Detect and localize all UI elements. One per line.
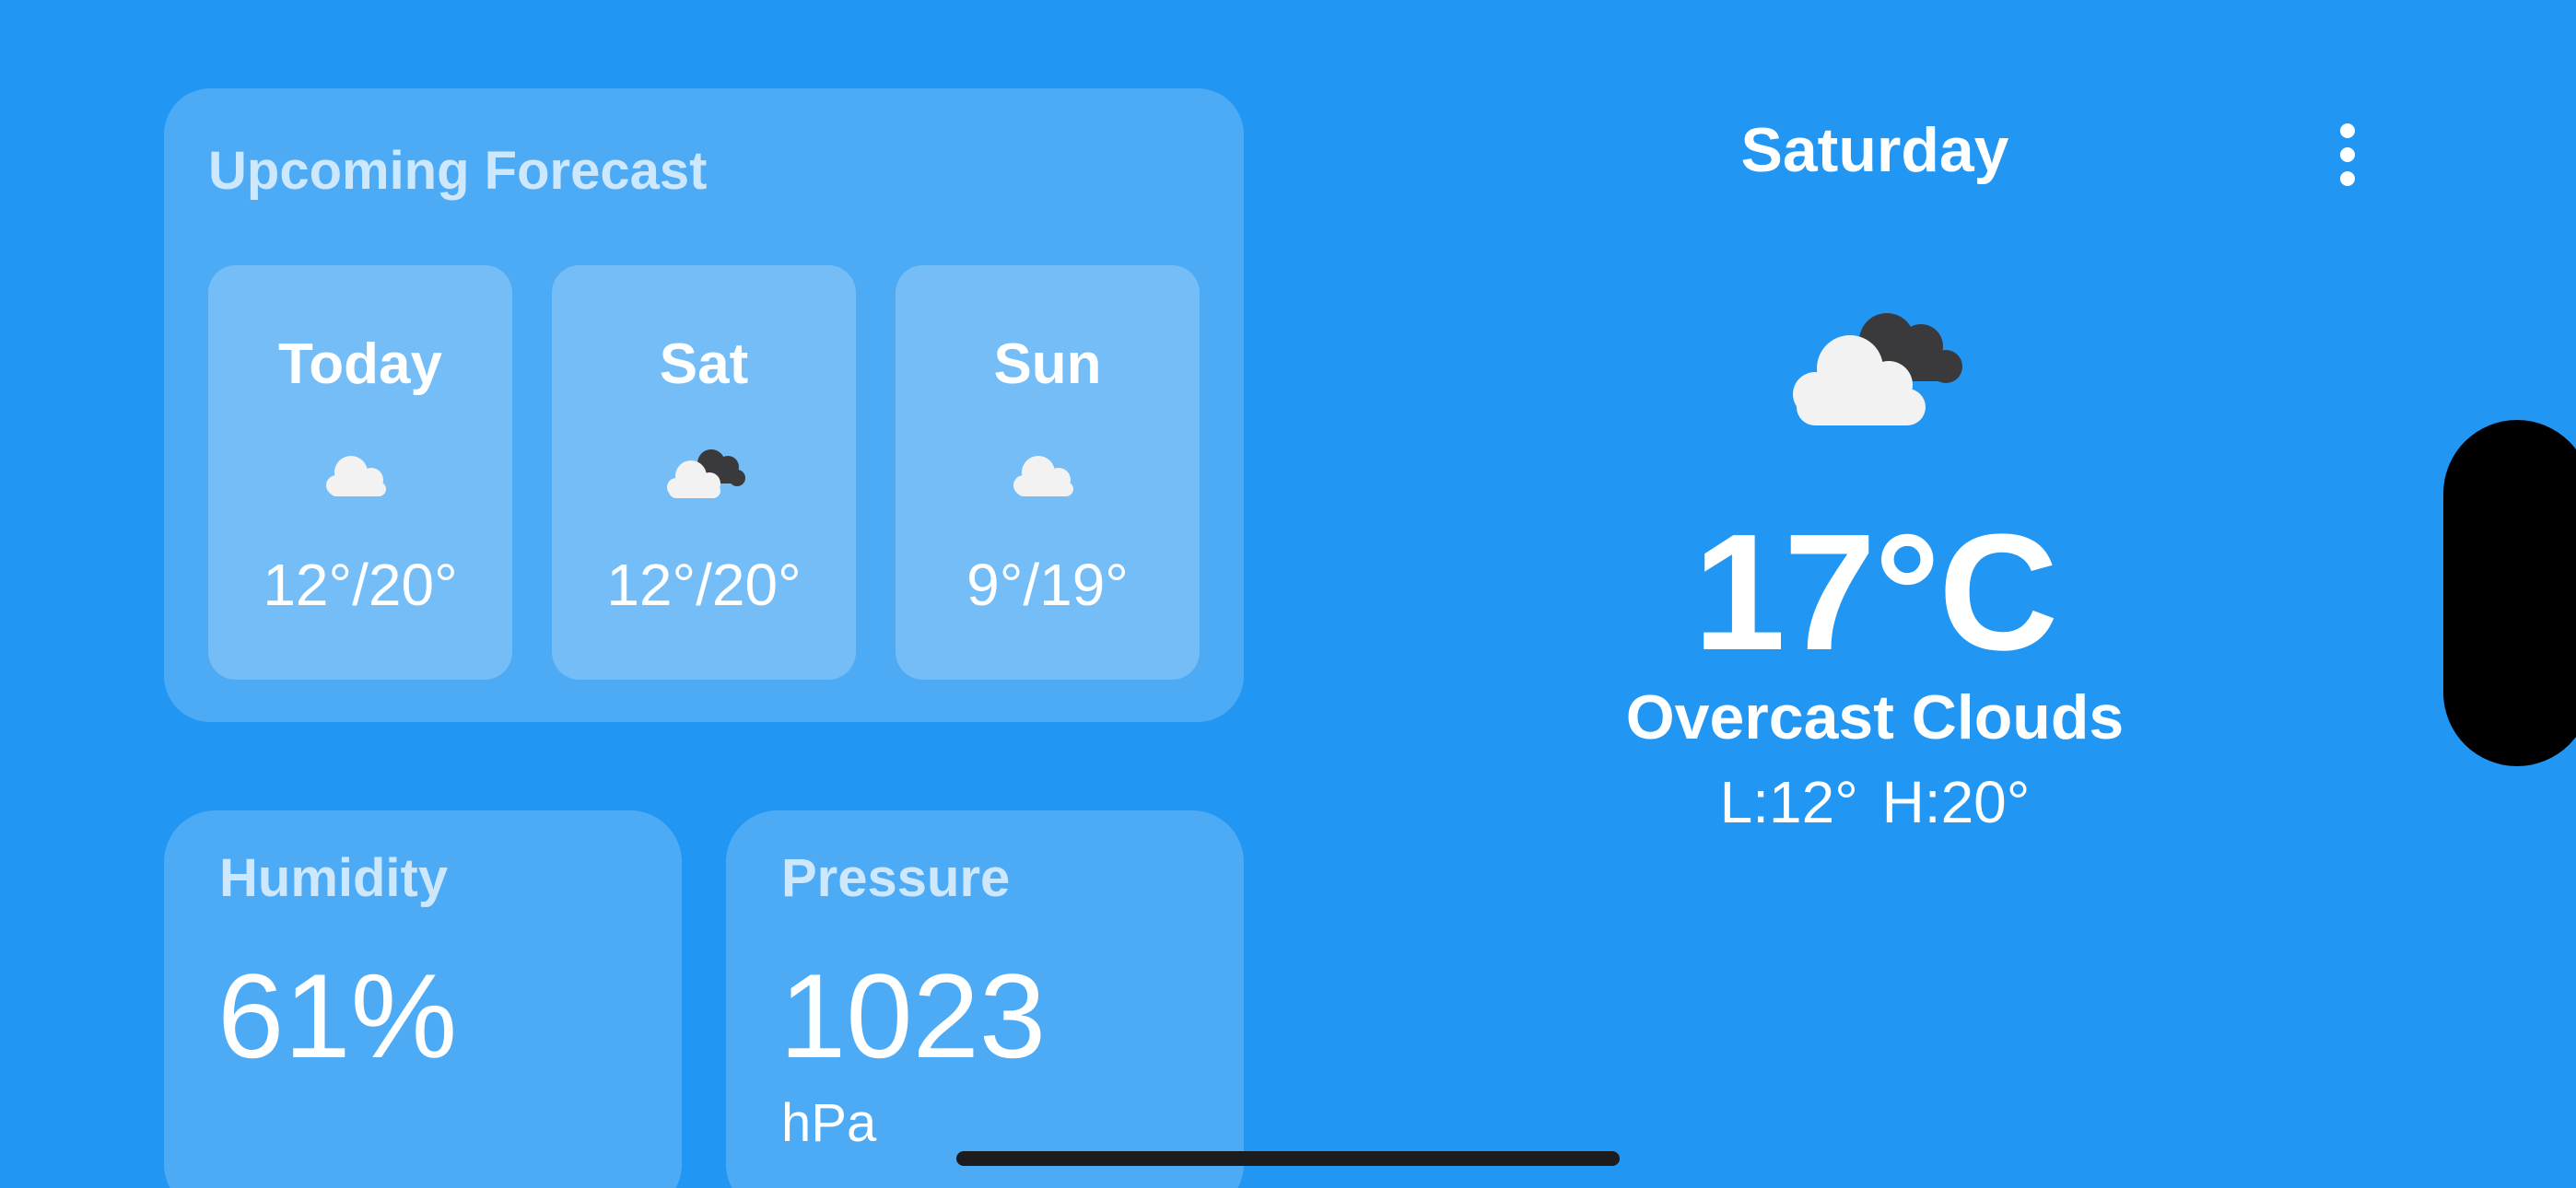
day-label: Today [278, 332, 442, 396]
side-handle [2443, 420, 2576, 766]
day-label: Sun [993, 332, 1102, 396]
forecast-day-sat[interactable]: Sat 12°/20° [552, 265, 856, 680]
weather-description: Overcast Clouds [1625, 682, 2125, 752]
more-dot-icon [2340, 147, 2355, 162]
more-options-button[interactable] [2322, 118, 2373, 192]
overcast-clouds-icon [1793, 313, 1962, 425]
more-dot-icon [2340, 171, 2355, 186]
weather-screen: Upcoming Forecast Today 12°/20° Sat 12°/… [0, 0, 2576, 1188]
day-temperature-range: 9°/19° [966, 552, 1129, 618]
forecast-day-today[interactable]: Today 12°/20° [208, 265, 512, 680]
current-temperature: 17°C [1692, 500, 2058, 685]
humidity-card: Humidity 61% [164, 810, 682, 1188]
forecast-day-sun[interactable]: Sun 9°/19° [896, 265, 1200, 680]
overcast-clouds-icon [667, 449, 745, 498]
low-high-temperature: L:12° H:20° [1719, 769, 2031, 835]
day-label: Sat [659, 332, 749, 396]
upcoming-forecast-panel: Upcoming Forecast Today 12°/20° Sat 12°/… [164, 88, 1244, 722]
day-temperature-range: 12°/20° [263, 552, 458, 618]
cloud-icon [326, 456, 386, 496]
current-day-title: Saturday [1740, 115, 2009, 185]
pressure-unit: hPa [781, 1093, 877, 1153]
home-indicator[interactable] [956, 1151, 1620, 1166]
humidity-value: 61% [217, 949, 458, 1083]
cloud-icon [1013, 456, 1073, 496]
day-temperature-range: 12°/20° [606, 552, 802, 618]
more-dot-icon [2340, 123, 2355, 138]
humidity-title: Humidity [219, 848, 449, 908]
pressure-value: 1023 [779, 949, 1047, 1083]
forecast-title: Upcoming Forecast [208, 141, 708, 201]
pressure-card: Pressure 1023 hPa [726, 810, 1244, 1188]
pressure-title: Pressure [781, 848, 1011, 908]
